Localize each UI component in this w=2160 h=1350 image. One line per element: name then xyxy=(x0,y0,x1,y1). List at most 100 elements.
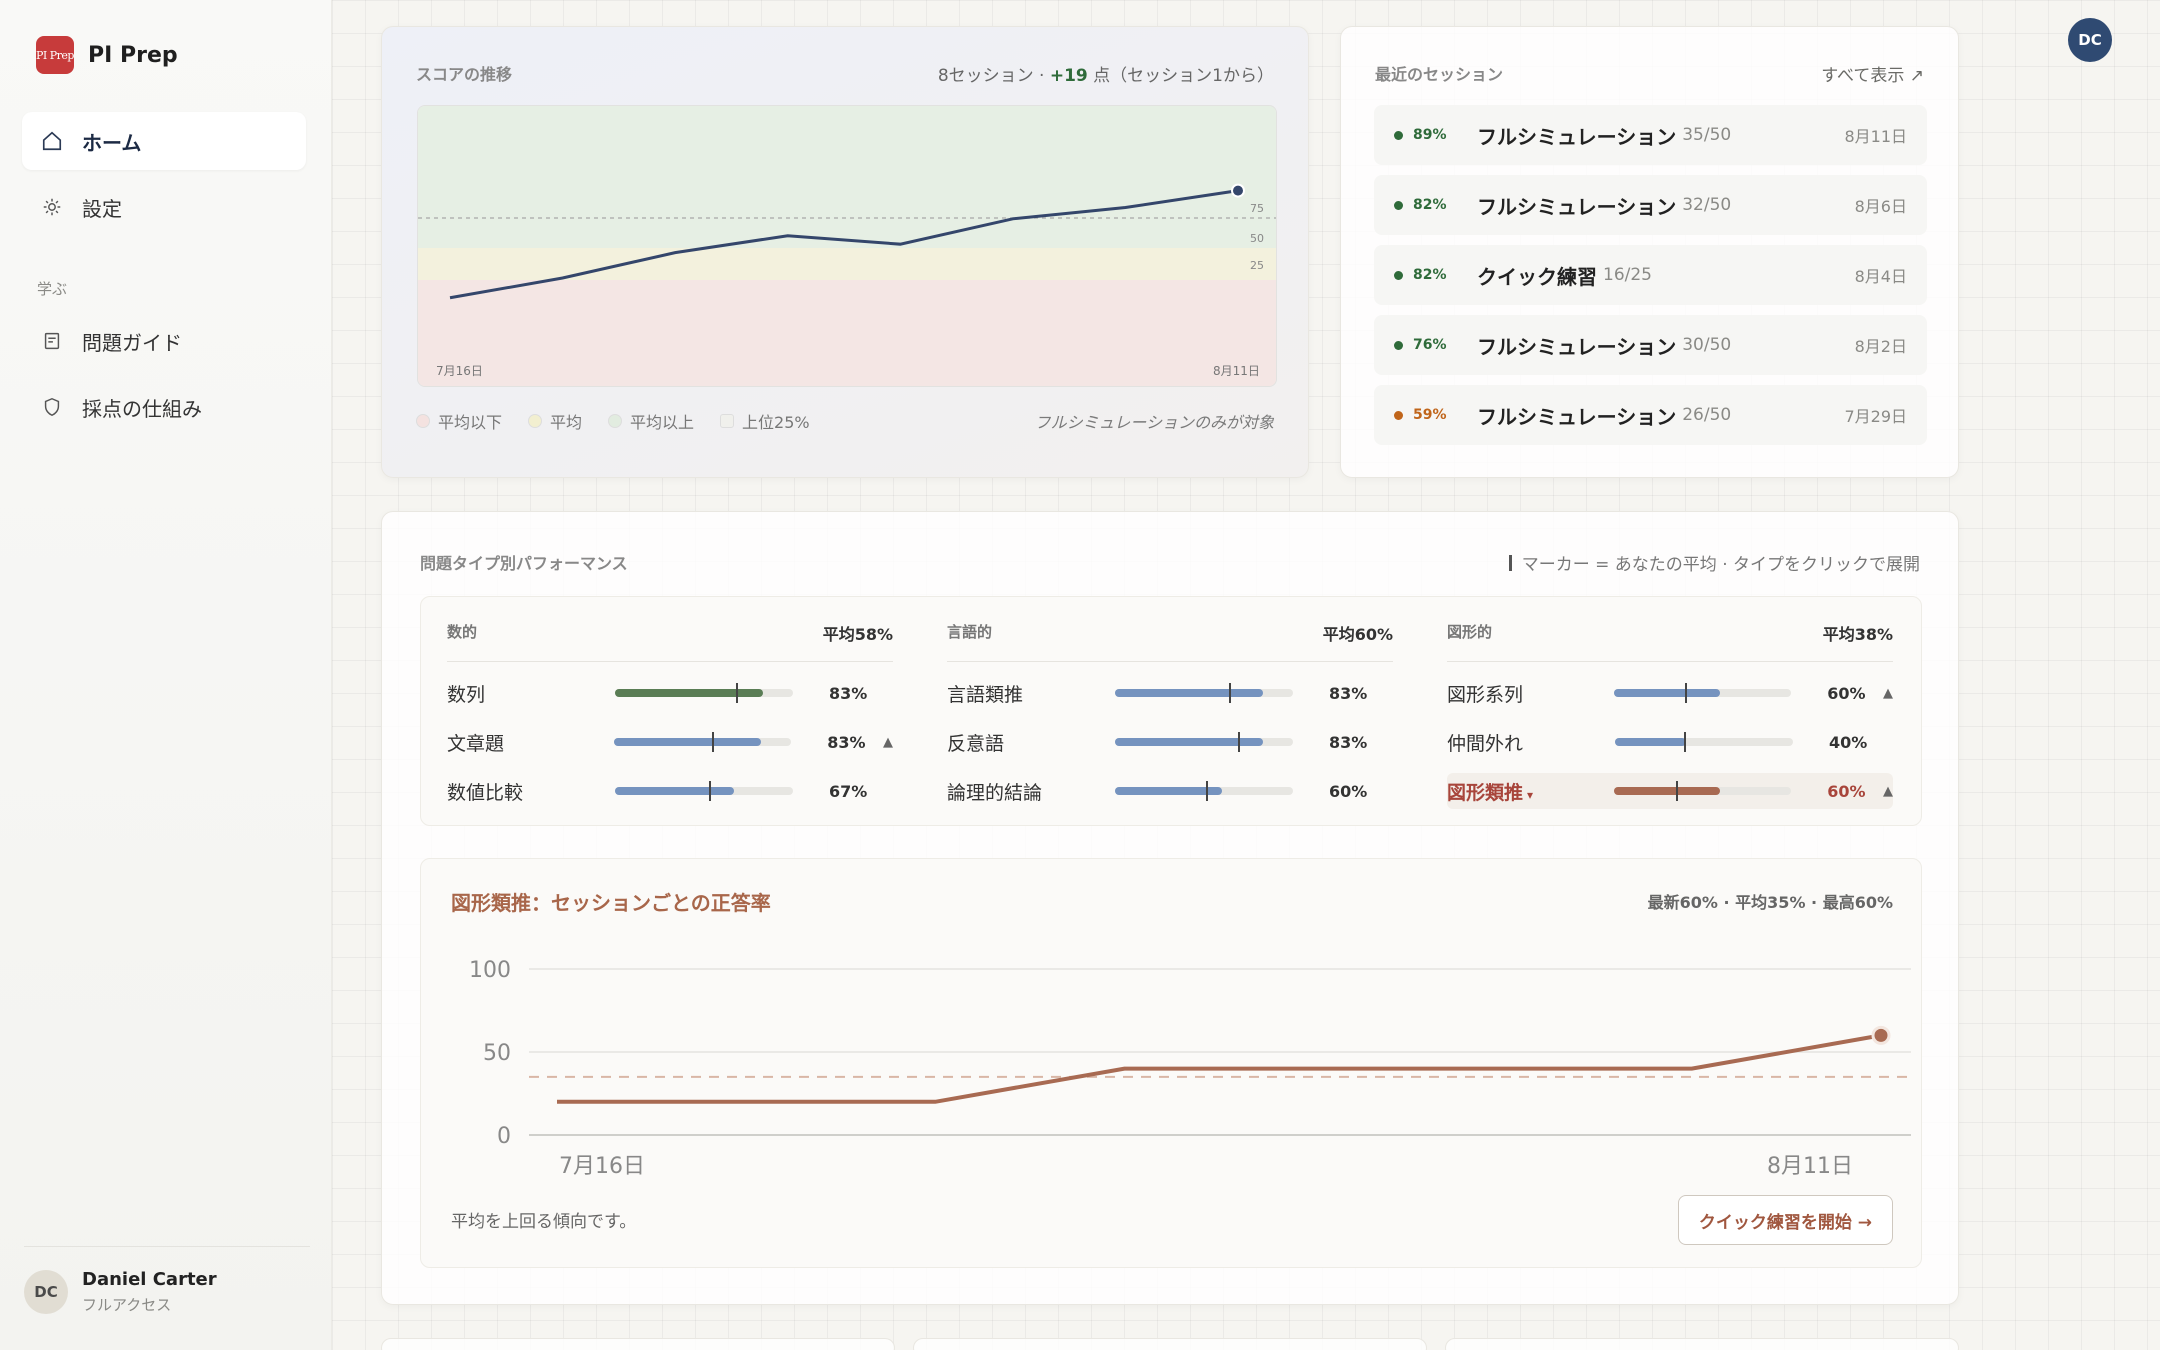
sidebar-item-scoring[interactable]: 採点の仕組み xyxy=(22,378,306,436)
session-row[interactable]: 82% フルシミュレーション 32/50 8月6日 xyxy=(1374,175,1927,235)
sidebar-item-label: ホーム xyxy=(82,130,142,155)
type-label-text: 図形類推 xyxy=(1447,781,1524,804)
session-count: 26/50 xyxy=(1682,405,1732,425)
column-head: 言語的 平均60% xyxy=(947,621,1393,662)
type-column: 図形的 平均38% 図形系列 60% ▲ 仲間外れ 40% 図形類推 ▾ 60% ▲ xyxy=(1447,597,1893,827)
detail-x-end: 8月11日 xyxy=(1767,1154,1853,1179)
type-row[interactable]: 論理的結論 60% xyxy=(947,773,1393,809)
type-score: 60% xyxy=(1827,781,1866,801)
type-column: 言語的 平均60% 言語類推 83% 反意語 83% 論理的結論 60% xyxy=(947,597,1393,827)
top-avatar[interactable]: DC xyxy=(2068,18,2112,62)
y-tick-label: 100 xyxy=(469,958,511,983)
score-legend: 平均以下 平均 平均以上 上位25% フルシミュレーションのみが対象 xyxy=(416,409,1274,433)
type-score: 83% xyxy=(1329,683,1368,703)
type-label-text: 反意語 xyxy=(947,732,1005,755)
sun-gear-icon xyxy=(40,195,64,219)
type-label-text: 言語類推 xyxy=(947,683,1024,706)
session-date: 8月11日 xyxy=(1844,127,1907,146)
document-icon xyxy=(40,329,64,353)
type-row[interactable]: 文章題 83% ▲ xyxy=(447,724,893,760)
column-average: 平均38% xyxy=(1822,625,1893,644)
section-label-learn: 学ぶ xyxy=(37,280,68,298)
type-row[interactable]: 図形類推 ▾ 60% ▲ xyxy=(1447,773,1893,809)
trend-up-icon: ▲ xyxy=(883,734,893,750)
score-bar xyxy=(1614,683,1792,703)
type-label-text: 図形系列 xyxy=(1447,683,1524,706)
detail-footnote: 平均を上回る傾向です。 xyxy=(451,1212,637,1232)
session-date: 7月29日 xyxy=(1844,407,1907,426)
trend-up-icon: ▲ xyxy=(1883,783,1893,799)
user-profile[interactable]: DC Daniel Carter フルアクセス xyxy=(24,1246,310,1315)
sidebar-item-label: 問題ガイド xyxy=(82,330,182,355)
brand[interactable]: PI Prep PI Prep xyxy=(36,36,178,74)
session-status-dot xyxy=(1394,410,1403,420)
type-columns: 数的 平均58% 数列 83% 文章題 83% ▲ 数値比較 67% 言語的 平均60% 言語類推 83… xyxy=(420,596,1922,826)
legend-label: 平均 xyxy=(550,413,583,432)
y-tick-label: 0 xyxy=(497,1124,511,1149)
type-row[interactable]: 図形系列 60% ▲ xyxy=(1447,675,1893,711)
legend-top25: 上位25% xyxy=(720,409,810,433)
sidebar-item-question-guide[interactable]: 問題ガイド xyxy=(22,312,306,370)
type-row[interactable]: 数値比較 67% xyxy=(447,773,893,809)
score-trend-card: スコアの推移 8セッション · +19 点（セッション1から） 75 50 25… xyxy=(381,26,1309,478)
shield-icon xyxy=(40,395,64,419)
score-summary: 8セッション · +19 点（セッション1から） xyxy=(938,61,1274,86)
band-label-25: 25 xyxy=(1250,259,1264,272)
performance-note-text: マーカー = あなたの平均 · タイプをクリックで展開 xyxy=(1521,555,1920,575)
legend-label: 平均以上 xyxy=(630,413,695,432)
detail-chart: 0 50 100 7月16日 8月11日 xyxy=(469,958,1911,1179)
score-bar xyxy=(615,683,793,703)
view-all-link[interactable]: すべて表示 ↗ xyxy=(1821,61,1924,86)
sidebar-item-settings[interactable]: 設定 xyxy=(22,178,306,236)
average-marker xyxy=(1676,781,1679,801)
column-head: 数的 平均58% xyxy=(447,621,893,662)
session-name: フルシミュレーション xyxy=(1477,194,1677,219)
legend-label: 上位25% xyxy=(742,413,810,432)
session-name: フルシミュレーション xyxy=(1477,404,1677,429)
summary-delta: +19 xyxy=(1049,66,1088,86)
bottom-card-stub xyxy=(913,1338,1427,1350)
legend-label: 平均以下 xyxy=(438,413,503,432)
session-name: フルシミュレーション xyxy=(1477,124,1677,149)
average-marker xyxy=(709,781,712,801)
performance-title: 問題タイプ別パフォーマンス xyxy=(420,554,628,573)
average-marker xyxy=(711,732,714,752)
accuracy-latest-point[interactable] xyxy=(1871,1025,1891,1045)
score-bar xyxy=(614,732,792,752)
score-bar-fill xyxy=(1115,689,1263,697)
session-row[interactable]: 76% フルシミュレーション 30/50 8月2日 xyxy=(1374,315,1927,375)
score-bar xyxy=(1115,732,1293,752)
score-latest-point[interactable] xyxy=(1231,183,1245,198)
band-below-average xyxy=(418,280,1276,386)
score-chart: 75 50 25 7月16日 8月11日 xyxy=(417,105,1277,387)
session-row[interactable]: 59% フルシミュレーション 26/50 7月29日 xyxy=(1374,385,1927,445)
start-quick-practice-button[interactable]: クイック練習を開始 → xyxy=(1677,1195,1893,1245)
session-score: 59% xyxy=(1413,407,1447,423)
score-bar xyxy=(1615,732,1793,752)
detail-title: 図形類推：セッションごとの正答率 xyxy=(451,891,771,915)
summary-prefix: 8セッション · xyxy=(937,66,1050,86)
session-name: クイック練習 xyxy=(1477,264,1597,289)
avatar: DC xyxy=(24,1270,68,1314)
recent-title: 最近のセッション xyxy=(1375,65,1504,84)
session-row[interactable]: 89% フルシミュレーション 35/50 8月11日 xyxy=(1374,105,1927,165)
session-score: 89% xyxy=(1413,127,1447,143)
type-row[interactable]: 言語類推 83% xyxy=(947,675,1393,711)
type-row[interactable]: 反意語 83% xyxy=(947,724,1393,760)
type-row[interactable]: 数列 83% xyxy=(447,675,893,711)
band-above-average xyxy=(418,106,1276,248)
legend-note: フルシミュレーションのみが対象 xyxy=(1034,413,1274,432)
brand-logo: PI Prep xyxy=(36,36,74,74)
type-score: 83% xyxy=(829,683,868,703)
type-label: 図形類推 ▾ xyxy=(1447,778,1614,805)
session-name: フルシミュレーション xyxy=(1477,334,1677,359)
session-row[interactable]: 82% クイック練習 16/25 8月4日 xyxy=(1374,245,1927,305)
detail-stats: 最新60% · 平均35% · 最高60% xyxy=(1647,893,1893,912)
type-row[interactable]: 仲間外れ 40% xyxy=(1447,724,1893,760)
type-label-text: 論理的結論 xyxy=(947,781,1043,804)
score-bar-fill xyxy=(615,689,763,697)
type-label: 図形系列 xyxy=(1447,680,1614,707)
score-bar-fill xyxy=(1115,738,1263,746)
sidebar-item-home[interactable]: ホーム xyxy=(22,112,306,170)
performance-card: 問題タイプ別パフォーマンス マーカー = あなたの平均 · タイプをクリックで展… xyxy=(381,511,1959,1305)
